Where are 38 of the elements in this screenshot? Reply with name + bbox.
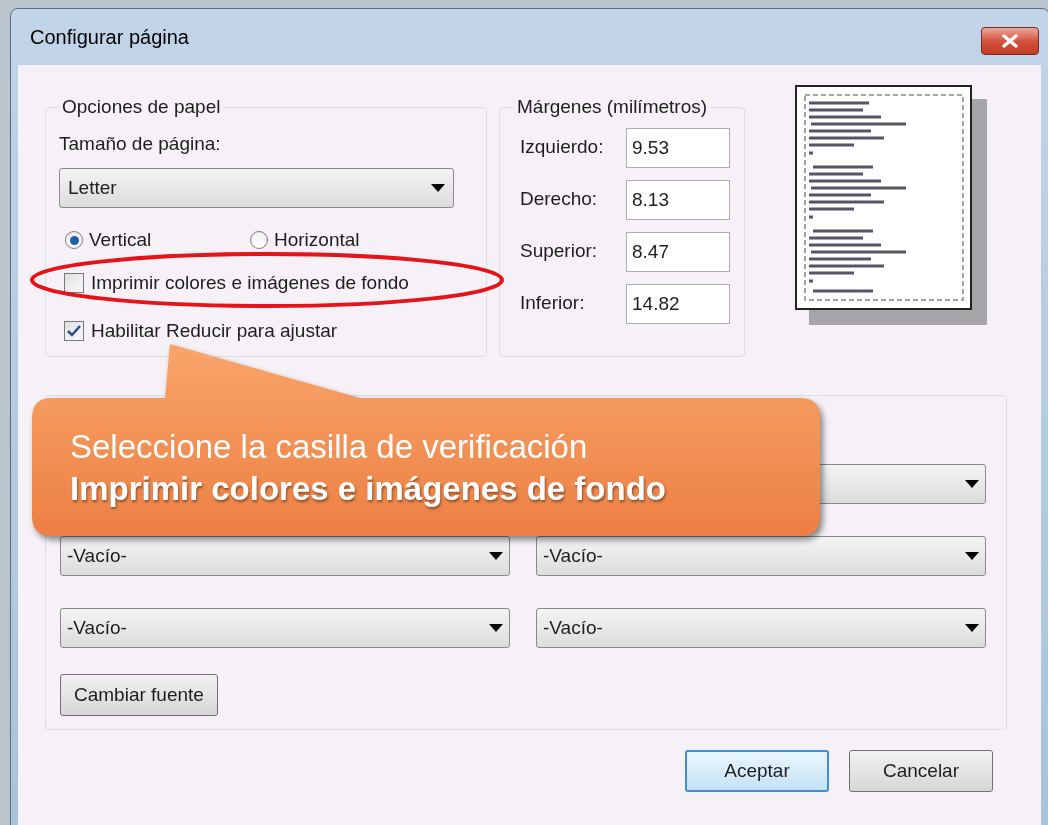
window-title: Configurar página [30,25,189,50]
dialog-button[interactable]: Cancelar [849,750,993,792]
field-label: Superior: [520,239,598,264]
margin-input[interactable]: 8.13 [626,179,730,220]
field-label: Izquierdo: [520,135,604,160]
header-dropdown[interactable]: -Vacío- [60,608,510,648]
radio-button[interactable] [65,231,83,250]
footer-dropdown[interactable]: -Vacío- [536,608,986,648]
radio-label[interactable]: Vertical [89,226,152,255]
margin-input[interactable]: 14.82 [626,283,730,324]
margin-input[interactable]: 9.53 [626,127,730,168]
close-button[interactable] [981,27,1039,55]
change-font-button[interactable]: Cambiar fuente [60,674,218,716]
dropdown-arrow-icon [965,480,979,488]
field-label: Derecho: [520,187,598,212]
group-title: Opciones de papel [61,95,222,119]
radio-label[interactable]: Horizontal [274,226,360,255]
checkbox-label[interactable]: Habilitar Reducir para ajustar [91,317,338,346]
margin-input[interactable]: 8.47 [626,231,730,272]
dialog-button[interactable]: Aceptar [685,750,829,792]
field-label: Inferior: [520,291,585,316]
close-icon [1001,34,1019,48]
checkmark-icon [67,325,81,338]
dropdown-arrow-icon [965,624,979,632]
dropdown-arrow-icon [489,552,503,560]
dropdown-arrow-icon [431,184,445,192]
field-label: Tamaño de página: [59,131,222,156]
footer-dropdown[interactable]: -Vacío- [536,536,986,576]
header-dropdown[interactable]: -Vacío- [60,536,510,576]
checkbox[interactable] [64,321,84,342]
callout-text: Seleccione la casilla de verificación [70,427,589,467]
dropdown-arrow-icon [965,552,979,560]
page-size-dropdown[interactable]: Letter [59,168,454,208]
group-title: Márgenes (milímetros) [516,95,709,119]
radio-button[interactable] [250,231,268,250]
checkbox[interactable] [64,272,84,293]
dropdown-arrow-icon [489,624,503,632]
callout-text: Imprimir colores e imágenes de fondo [70,469,666,509]
